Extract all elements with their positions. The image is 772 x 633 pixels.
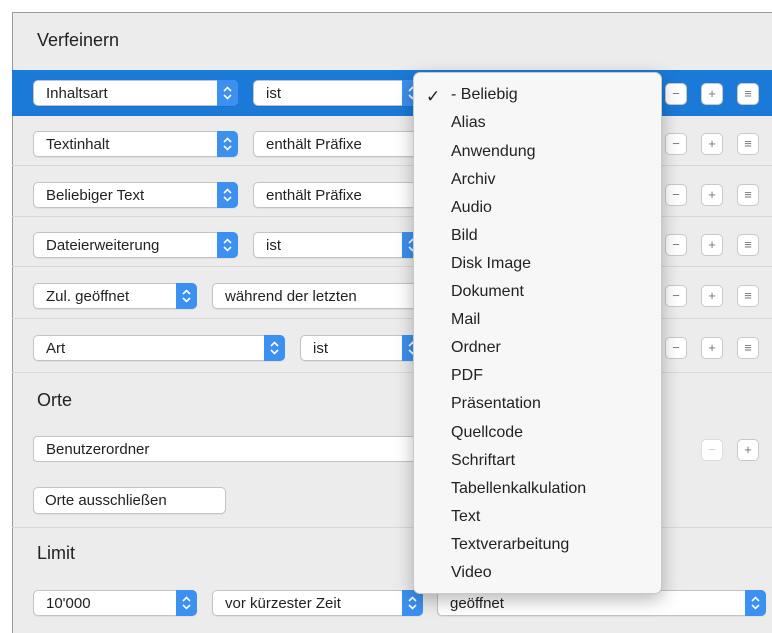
menu-item[interactable]: Text bbox=[451, 508, 480, 526]
attribute-popup-3[interactable]: Beliebiger Text bbox=[33, 182, 238, 208]
attribute-popup-6[interactable]: Art bbox=[33, 335, 285, 361]
operator-popup-6[interactable]: ist bbox=[300, 335, 423, 361]
chevron-updown-icon bbox=[217, 131, 238, 157]
remove-rule-button[interactable]: − bbox=[665, 83, 687, 105]
more-options-button[interactable]: ≡ bbox=[737, 184, 759, 206]
exclude-places-button[interactable]: Orte ausschließen bbox=[33, 487, 226, 514]
chevron-updown-icon bbox=[217, 182, 238, 208]
attribute-popup-5[interactable]: Zul. geöffnet bbox=[33, 283, 197, 309]
chevron-updown-icon bbox=[176, 590, 197, 616]
section-title-limit: Limit bbox=[37, 543, 76, 563]
menu-item[interactable]: Schriftart bbox=[451, 452, 515, 470]
more-options-button[interactable]: ≡ bbox=[737, 234, 759, 256]
section-title-places: Orte bbox=[37, 390, 73, 410]
menu-item[interactable]: Anwendung bbox=[451, 143, 536, 161]
menu-item[interactable]: Bild bbox=[451, 227, 478, 245]
add-rule-button[interactable]: + bbox=[701, 83, 723, 105]
add-rule-button[interactable]: + bbox=[701, 337, 723, 359]
add-rule-button[interactable]: + bbox=[701, 285, 723, 307]
menu-item[interactable]: Textverarbeitung bbox=[451, 536, 569, 554]
menu-item[interactable]: Archiv bbox=[451, 171, 495, 189]
remove-rule-button[interactable]: − bbox=[665, 234, 687, 256]
attribute-popup-1[interactable]: Inhaltsart bbox=[33, 80, 238, 106]
chevron-updown-icon bbox=[745, 590, 766, 616]
more-options-button[interactable]: ≡ bbox=[737, 337, 759, 359]
menu-item[interactable]: Dokument bbox=[451, 283, 524, 301]
section-title-refine: Verfeinern bbox=[37, 30, 120, 50]
kind-dropdown-menu: ✓ - Beliebig Alias Anwendung Archiv Audi… bbox=[413, 72, 662, 594]
limit-order-popup[interactable]: vor kürzester Zeit bbox=[212, 590, 423, 616]
menu-item[interactable]: Video bbox=[451, 564, 492, 582]
operator-popup-3[interactable]: enthält Präfixe bbox=[253, 182, 423, 208]
remove-rule-button[interactable]: − bbox=[665, 133, 687, 155]
menu-item[interactable]: Alias bbox=[451, 114, 486, 132]
limit-count-popup[interactable]: 10'000 bbox=[33, 590, 197, 616]
chevron-updown-icon bbox=[176, 283, 197, 309]
menu-item[interactable]: Audio bbox=[451, 199, 492, 217]
add-place-button[interactable]: + bbox=[737, 439, 759, 461]
more-options-button[interactable]: ≡ bbox=[737, 133, 759, 155]
menu-item[interactable]: Präsentation bbox=[451, 395, 541, 413]
menu-item[interactable]: PDF bbox=[451, 367, 483, 385]
add-rule-button[interactable]: + bbox=[701, 184, 723, 206]
operator-popup-5[interactable]: während der letzten bbox=[212, 283, 423, 309]
operator-popup-4[interactable]: ist bbox=[253, 232, 423, 258]
attribute-popup-4[interactable]: Dateierweiterung bbox=[33, 232, 238, 258]
menu-item[interactable]: Ordner bbox=[451, 339, 501, 357]
places-folder-field[interactable]: Benutzerordner bbox=[33, 436, 423, 462]
remove-place-button[interactable]: − bbox=[701, 439, 723, 461]
attribute-popup-2[interactable]: Textinhalt bbox=[33, 131, 238, 157]
remove-rule-button[interactable]: − bbox=[665, 285, 687, 307]
remove-rule-button[interactable]: − bbox=[665, 184, 687, 206]
more-options-button[interactable]: ≡ bbox=[737, 83, 759, 105]
menu-item[interactable]: Mail bbox=[451, 311, 480, 329]
chevron-updown-icon bbox=[217, 232, 238, 258]
checkmark-icon: ✓ bbox=[426, 87, 441, 106]
operator-popup-2[interactable]: enthält Präfixe bbox=[253, 131, 423, 157]
add-rule-button[interactable]: + bbox=[701, 133, 723, 155]
more-options-button[interactable]: ≡ bbox=[737, 285, 759, 307]
menu-item[interactable]: Quellcode bbox=[451, 424, 523, 442]
chevron-updown-icon bbox=[264, 335, 285, 361]
add-rule-button[interactable]: + bbox=[701, 234, 723, 256]
menu-item[interactable]: Disk Image bbox=[451, 255, 531, 273]
menu-item[interactable]: Tabellenkalkulation bbox=[451, 480, 586, 498]
remove-rule-button[interactable]: − bbox=[665, 337, 687, 359]
menu-item[interactable]: - Beliebig bbox=[451, 86, 518, 104]
operator-popup-1[interactable]: ist bbox=[253, 80, 423, 106]
chevron-updown-icon bbox=[217, 80, 238, 106]
